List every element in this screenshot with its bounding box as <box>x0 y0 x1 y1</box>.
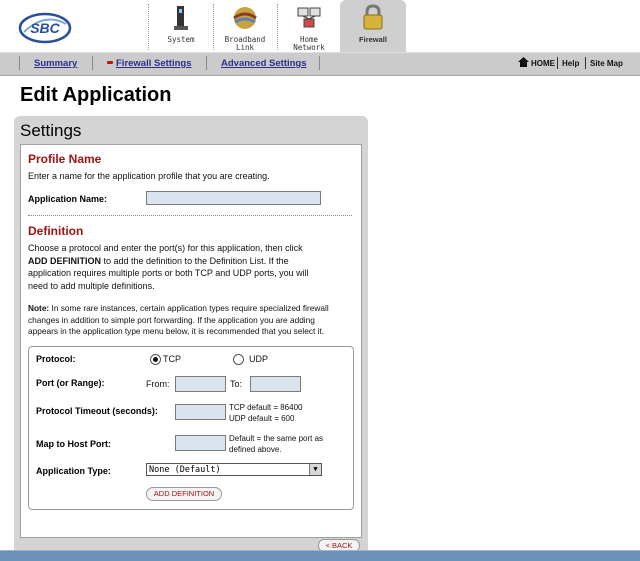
protocol-timeout-label: Protocol Timeout (seconds): <box>36 406 158 416</box>
definition-description: Choose a protocol and enter the port(s) … <box>28 243 309 291</box>
add-definition-button[interactable]: ADD DEFINITION <box>146 487 222 501</box>
protocol-label: Protocol: <box>36 354 76 364</box>
application-name-label: Application Name: <box>28 194 108 204</box>
tab-firewall[interactable]: Firewall <box>340 0 406 52</box>
util-separator <box>585 57 586 69</box>
nav-separator <box>92 56 93 70</box>
map-host-port-input[interactable] <box>175 435 226 451</box>
system-icon <box>174 6 188 30</box>
site-map-link[interactable]: Site Map <box>590 59 623 68</box>
divider <box>28 215 352 216</box>
application-type-value: None (Default) <box>149 465 221 475</box>
profile-name-heading: Profile Name <box>28 152 102 166</box>
application-type-label: Application Type: <box>36 466 111 476</box>
protocol-timeout-input[interactable] <box>175 404 226 420</box>
nav-firewall-settings-link[interactable]: Firewall Settings <box>116 58 192 69</box>
logo-text: SBC <box>30 20 60 36</box>
tab-home-label-2: Network <box>293 43 325 52</box>
nav-summary-link[interactable]: Summary <box>34 58 77 69</box>
map-host-port-hint-1: Default = the same port as <box>229 434 324 443</box>
tab-system-label: System <box>167 35 195 44</box>
port-to-input[interactable] <box>250 376 301 392</box>
sbc-logo: SBC <box>18 10 72 46</box>
help-link[interactable]: Help <box>562 59 579 68</box>
nav-separator <box>206 56 207 70</box>
tab-system[interactable]: System <box>149 0 213 52</box>
settings-title: Settings <box>20 121 82 140</box>
taskbar <box>0 550 640 561</box>
active-marker <box>107 61 113 64</box>
home-icon <box>518 57 529 67</box>
definition-form <box>28 346 354 510</box>
nav-advanced-settings-link[interactable]: Advanced Settings <box>221 58 307 69</box>
tab-firewall-label: Firewall <box>359 35 387 44</box>
port-from-input[interactable] <box>175 376 226 392</box>
tab-broadband-link[interactable]: Broadband Link <box>213 0 277 52</box>
nav-separator <box>19 56 20 70</box>
udp-default-hint: UDP default = 600 <box>229 414 295 423</box>
from-label: From: <box>146 379 170 389</box>
udp-radio[interactable] <box>233 354 244 365</box>
map-host-port-hint-2: defined above. <box>229 445 282 454</box>
page-title: Edit Application <box>20 84 172 106</box>
home-link[interactable]: HOME <box>531 59 555 68</box>
globe-icon <box>233 7 257 29</box>
tcp-default-hint: TCP default = 86400 <box>229 403 303 412</box>
network-icon <box>297 7 321 28</box>
definition-note: Note: In some rare instances, certain ap… <box>28 303 329 336</box>
tab-broadband-label-2: Link <box>235 43 255 52</box>
dropdown-arrow-icon[interactable]: ▼ <box>309 464 321 475</box>
to-label: To: <box>230 379 243 389</box>
udp-label: UDP <box>249 354 269 364</box>
tcp-radio[interactable] <box>150 354 161 365</box>
profile-description: Enter a name for the application profile… <box>28 171 270 181</box>
util-separator <box>557 57 558 69</box>
definition-heading: Definition <box>28 224 84 238</box>
map-host-port-label: Map to Host Port: <box>36 439 111 449</box>
nav-separator <box>319 56 320 70</box>
port-range-label: Port (or Range): <box>36 378 105 388</box>
application-name-input[interactable] <box>146 191 321 205</box>
tab-home-network[interactable]: Home Network <box>277 0 341 52</box>
tcp-label: TCP <box>163 354 181 364</box>
application-type-select[interactable]: None (Default) ▼ <box>146 463 322 476</box>
lock-icon <box>363 4 383 30</box>
